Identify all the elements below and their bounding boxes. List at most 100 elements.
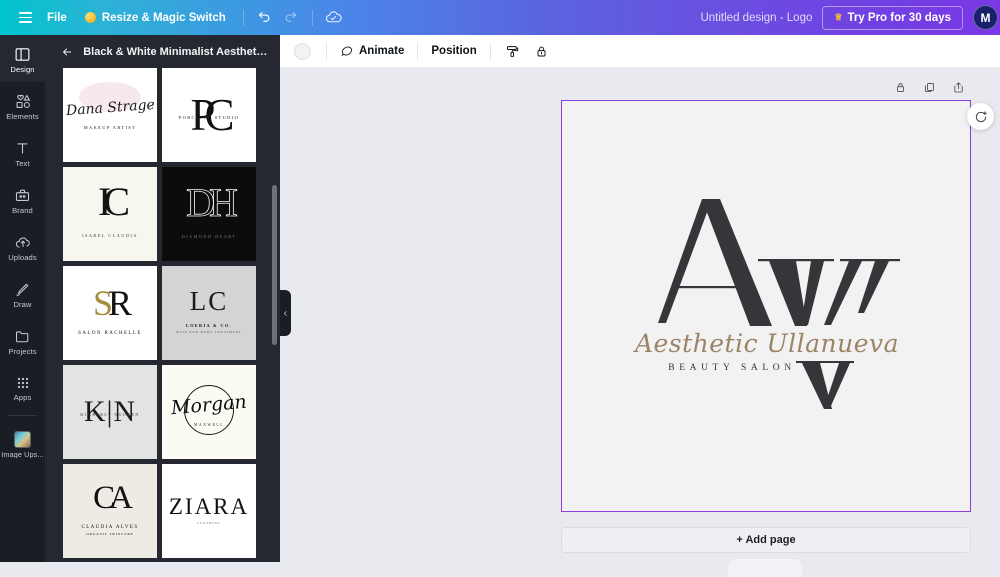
panel-collapse-handle[interactable]: [280, 290, 291, 336]
template-monogram-5: SR: [93, 285, 132, 321]
try-pro-label: Try Pro for 30 days: [847, 11, 951, 24]
template-caption-5: SALON RACHELLE: [78, 331, 142, 337]
magic-refresh-button[interactable]: [967, 103, 994, 130]
template-card-porcelle-studio[interactable]: PC PORCELLE STUDIO: [162, 68, 256, 162]
template-card-loeria-co[interactable]: LC LOERIA & CO. HAIR AND BODY TREATMENT: [162, 266, 256, 360]
template-card-dana-strage[interactable]: Dana Strage MAKEUP ARTIST: [63, 68, 157, 162]
document-title[interactable]: Untitled design - Logo: [700, 12, 812, 24]
sidebar-item-apps[interactable]: Apps: [0, 364, 45, 411]
position-button[interactable]: Position: [425, 41, 482, 61]
animate-icon: [341, 46, 353, 57]
draw-icon: [16, 283, 29, 296]
template-card-diamond-heart[interactable]: DH DIAMOND HEART: [162, 167, 256, 261]
template-caption-1: MAKEUP ARTIST: [83, 125, 137, 130]
position-label: Position: [431, 45, 477, 57]
undo-icon: [259, 11, 270, 22]
image-upscaler-thumbnail-icon: [14, 430, 31, 448]
avatar[interactable]: M: [973, 5, 998, 30]
back-arrow-icon[interactable]: [61, 45, 73, 59]
sidebar-item-uploads[interactable]: Uploads: [0, 223, 45, 270]
template-caption-9: CLAUDIA ALVES: [81, 524, 139, 530]
toolbar-divider-5: [489, 42, 491, 60]
template-monogram-5a: S: [92, 282, 113, 323]
resize-magic-switch-button[interactable]: Resize & Magic Switch: [76, 7, 235, 29]
logo-script-text: Aesthetic Ullanueva: [634, 329, 900, 358]
redo-button[interactable]: [278, 5, 304, 31]
left-rail: Design Elements Text Brand Uploads Draw …: [0, 35, 45, 562]
template-monogram-6: LC: [189, 286, 229, 317]
template-monogram-4: DH: [186, 179, 239, 225]
sidebar-item-label-elements: Elements: [6, 111, 39, 121]
template-card-morgan-maxwell[interactable]: Morgan MAXWELL: [162, 365, 256, 459]
apps-icon: [17, 378, 28, 389]
logo-letter-a: [658, 199, 772, 326]
page-tools: [894, 81, 965, 94]
logo-artwork[interactable]: Aesthetic Ullanueva BEAUTY SALON: [562, 101, 970, 511]
template-caption-4: DIAMOND HEART: [181, 233, 237, 239]
template-script-8: Morgan: [170, 390, 248, 419]
sidebar-item-label-design: Design: [10, 64, 35, 74]
cloud-save-status-button[interactable]: [321, 5, 347, 31]
resize-magic-switch-label: Resize & Magic Switch: [101, 11, 226, 24]
template-monogram-5b: R: [108, 282, 132, 323]
sidebar-item-label-image-upscaler: Image Ups...: [1, 450, 44, 459]
lock-icon: [537, 46, 546, 56]
hamburger-menu-button[interactable]: [12, 5, 38, 31]
sidebar-item-label-uploads: Uploads: [8, 252, 37, 262]
elements-icon: [16, 94, 30, 108]
lock-icon[interactable]: [894, 81, 907, 94]
sidebar-item-brand[interactable]: Brand: [0, 176, 45, 223]
template-caption-6: LOERIA & CO.: [186, 322, 232, 328]
template-card-salon-rachelle[interactable]: SR SALON RACHELLE: [63, 266, 157, 360]
sidebar-item-label-brand: Brand: [12, 205, 33, 215]
share-export-icon[interactable]: [952, 81, 965, 94]
sidebar-item-projects[interactable]: Projects: [0, 317, 45, 364]
lock-button[interactable]: [527, 40, 556, 63]
logo-subtitle: BEAUTY SALON: [668, 363, 796, 373]
template-card-kimberly-nguyen[interactable]: K|N KIMBERLY NGUYEN: [63, 365, 157, 459]
panel-scrollbar[interactable]: [272, 185, 277, 345]
sidebar-item-draw[interactable]: Draw: [0, 270, 45, 317]
duplicate-page-icon[interactable]: [923, 81, 936, 94]
top-bar-right-group: Untitled design - Logo ♕ Try Pro for 30 …: [700, 5, 1000, 30]
template-card-claudia-alves[interactable]: CA CLAUDIA ALVES ORGANIC SKINCARE: [63, 464, 157, 558]
file-menu-label: File: [47, 11, 67, 24]
template-caption-8: MAXWELL: [193, 421, 225, 427]
transparency-button[interactable]: [498, 40, 527, 63]
undo-button[interactable]: [252, 5, 278, 31]
panel-header: Black & White Minimalist Aesthetic Initi…: [45, 35, 280, 68]
template-grid[interactable]: Dana Strage MAKEUP ARTIST PC PORCELLE ST…: [45, 68, 280, 562]
avatar-initial: M: [980, 10, 991, 25]
hamburger-icon: [18, 12, 32, 23]
sidebar-item-image-upscaler[interactable]: Image Ups...: [0, 420, 45, 467]
design-canvas[interactable]: Aesthetic Ullanueva BEAUTY SALON: [561, 100, 971, 512]
template-card-ziara[interactable]: ZIARA CLOTHING: [162, 464, 256, 558]
panel-title: Black & White Minimalist Aesthetic Initi…: [83, 45, 270, 58]
animate-button[interactable]: Animate: [334, 40, 410, 62]
sidebar-item-label-apps: Apps: [13, 393, 32, 403]
add-page-label: + Add page: [736, 534, 796, 546]
file-menu-button[interactable]: File: [38, 7, 76, 29]
add-page-button[interactable]: + Add page: [561, 527, 971, 553]
logo-letter-v-upper: [758, 259, 900, 326]
try-pro-button[interactable]: ♕ Try Pro for 30 days: [822, 5, 963, 30]
template-caption-3: ISABEL CLAUDIA: [82, 232, 138, 238]
logo-letters-svg: [658, 199, 900, 409]
template-caption-2: PORCELLE STUDIO: [178, 115, 240, 120]
template-caption2-6: HAIR AND BODY TREATMENT: [176, 329, 242, 334]
template-caption-10: ZIARA: [168, 493, 250, 519]
toolbar-divider: [242, 9, 244, 26]
magic-refresh-icon: [975, 110, 987, 122]
color-swatch-button[interactable]: [294, 42, 311, 60]
template-caption2-9: ORGANIC SKINCARE: [86, 531, 134, 536]
brand-icon: [15, 189, 30, 201]
sidebar-item-elements[interactable]: Elements: [0, 82, 45, 129]
sidebar-item-label-text: Text: [15, 158, 30, 168]
sidebar-item-design[interactable]: Design: [0, 35, 45, 82]
sidebar-item-text[interactable]: Text: [0, 129, 45, 176]
sidebar-item-label-projects: Projects: [8, 346, 37, 356]
chevron-left-icon: [283, 310, 287, 316]
template-card-isabel-claudia[interactable]: IC ISABEL CLAUDIA: [63, 167, 157, 261]
sidebar-item-label-draw: Draw: [13, 299, 32, 309]
paint-roller-icon: [506, 45, 518, 57]
